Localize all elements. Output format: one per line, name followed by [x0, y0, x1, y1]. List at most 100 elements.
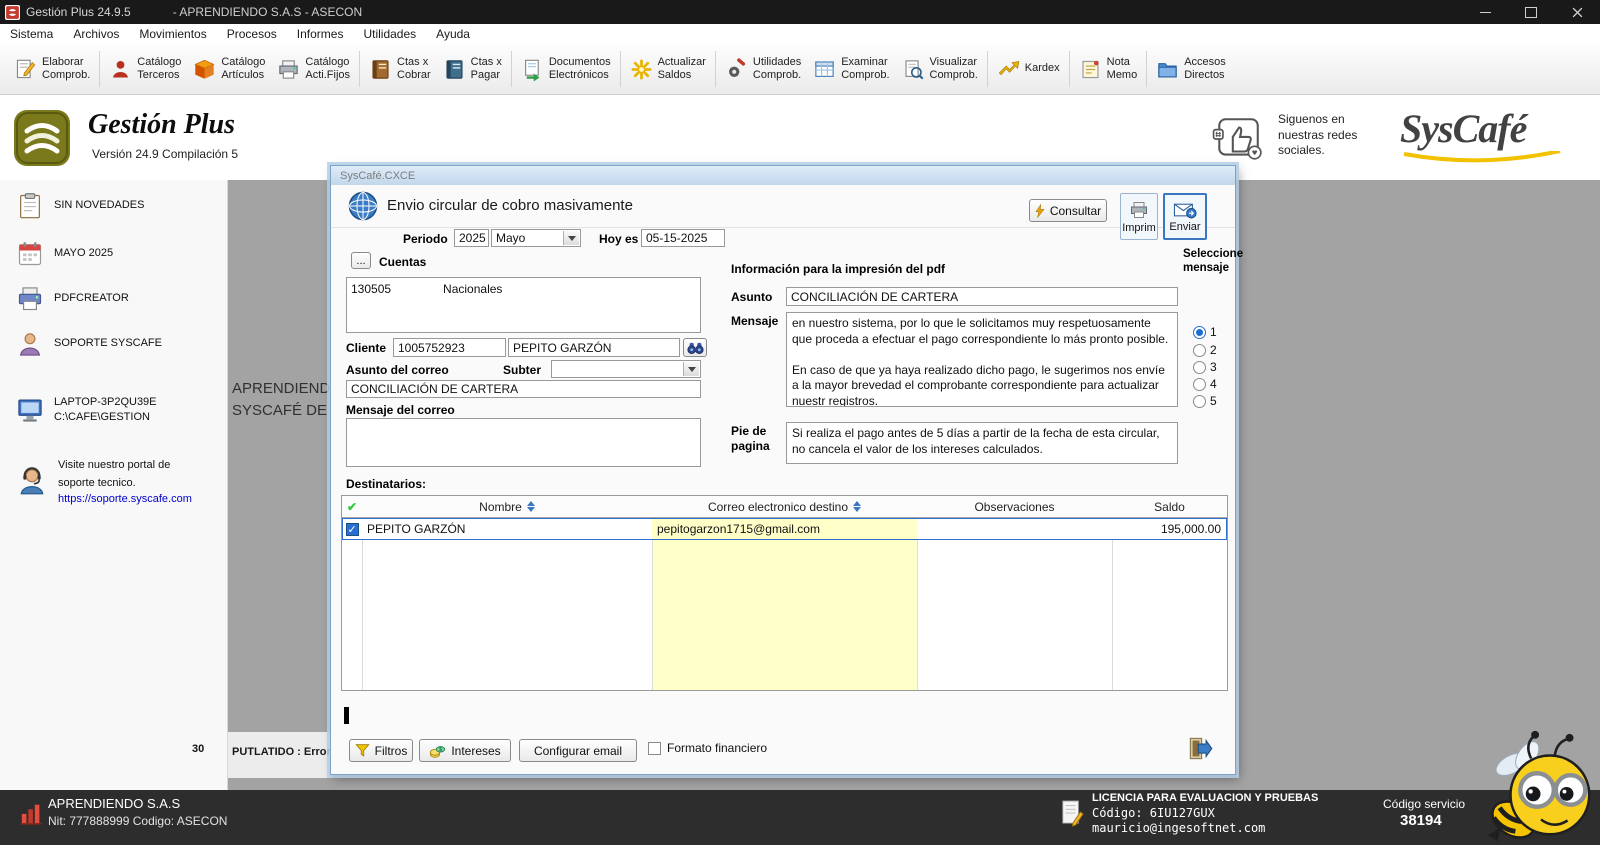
correo-column-highlight	[652, 518, 917, 690]
pie-pagina-textarea[interactable]: Si realiza el pago antes de 5 días a par…	[786, 422, 1178, 464]
maximize-icon	[1525, 7, 1537, 18]
folder-icon	[1156, 58, 1179, 81]
sidebar-item-soporte[interactable]: SOPORTE SYSCAFE	[16, 330, 221, 358]
svg-text:$: $	[439, 747, 442, 753]
cliente-nombre-input[interactable]: PEPITO GARZÓN	[508, 338, 680, 357]
table-header-row: ✔ Nombre Correo electronico destino Obse…	[342, 496, 1227, 518]
menu-procesos[interactable]: Procesos	[217, 24, 287, 44]
toolbar-elaborar-comprob[interactable]: ElaborarComprob.	[8, 52, 96, 86]
toolbar-separator	[620, 51, 621, 87]
dialog-titlebar[interactable]: SysCafé.CXCE	[331, 166, 1235, 185]
select-all-check-icon[interactable]: ✔	[342, 496, 362, 517]
mensaje-radio-3[interactable]: 3	[1193, 360, 1217, 374]
menu-ayuda[interactable]: Ayuda	[426, 24, 480, 44]
seleccione-mensaje-label: Seleccione mensaje	[1183, 247, 1243, 276]
mensaje-radio-1[interactable]: 1	[1193, 325, 1217, 339]
maximize-button[interactable]	[1508, 0, 1554, 24]
sidebar-item-equipo[interactable]: LAPTOP-3P2QU39E C:\CAFE\GESTION	[16, 395, 221, 426]
compose-icon	[14, 58, 37, 81]
menu-sistema[interactable]: Sistema	[0, 24, 63, 44]
toolbar-kardex[interactable]: Kardex	[991, 54, 1066, 85]
asunto-correo-input[interactable]: CONCILIACIÓN DE CARTERA	[346, 380, 701, 398]
toolbar-accesos-directos[interactable]: AccesosDirectos	[1150, 52, 1232, 86]
pie-pagina-label: Pie de pagina	[731, 424, 770, 454]
license-email: mauricio@ingesoftnet.com	[1092, 821, 1265, 835]
menu-utilidades[interactable]: Utilidades	[353, 24, 426, 44]
enviar-button[interactable]: Enviar	[1163, 193, 1207, 240]
mensaje-radio-4[interactable]: 4	[1193, 377, 1217, 391]
configurar-email-button[interactable]: Configurar email	[519, 739, 637, 762]
cuentas-label: Cuentas	[379, 255, 426, 270]
header-observaciones[interactable]: Observaciones	[917, 496, 1112, 517]
sort-icon	[527, 501, 535, 512]
header-saldo[interactable]: Saldo	[1112, 496, 1227, 517]
radio-icon	[1193, 326, 1206, 339]
cuentas-browse-button[interactable]: ...	[351, 252, 371, 269]
buscar-cliente-button[interactable]	[683, 338, 707, 357]
company-nit: Nit: 777888999 Codigo: ASECON	[48, 814, 227, 828]
radio-icon	[1193, 378, 1206, 391]
toolbar-ctas-pagar[interactable]: Ctas xPagar	[437, 52, 508, 86]
sidebar-item-portal-soporte[interactable]: Visite nuestro portal de soporte tecnico…	[16, 455, 221, 507]
header-correo[interactable]: Correo electronico destino	[652, 496, 917, 517]
subter-select[interactable]	[551, 360, 701, 378]
tools-icon	[725, 58, 748, 81]
toolbar-catalogo-articulos[interactable]: CatálogoArtículos	[187, 52, 271, 86]
mensaje-correo-textarea[interactable]	[346, 418, 701, 467]
mensaje-radio-2[interactable]: 2	[1193, 343, 1217, 357]
row-checkbox[interactable]	[342, 518, 362, 540]
toolbar-visualizar-comprob[interactable]: VisualizarComprob.	[896, 52, 984, 86]
lightning-icon	[1035, 204, 1045, 218]
periodo-year-input[interactable]: 2025	[454, 229, 489, 247]
header-nombre[interactable]: Nombre	[362, 496, 652, 517]
sidebar-item-pdfcreator[interactable]: PDFCREATOR	[16, 285, 221, 313]
menu-movimientos[interactable]: Movimientos	[129, 24, 216, 44]
formato-financiero-checkbox[interactable]: Formato financiero	[648, 741, 767, 755]
intereses-button[interactable]: $ Intereses	[419, 739, 511, 762]
kardex-icon	[997, 58, 1020, 81]
cuenta-codigo: 130505	[351, 282, 391, 296]
asunto-label: Asunto	[731, 290, 772, 305]
close-button[interactable]	[1554, 0, 1600, 24]
toolbar-examinar-comprob[interactable]: ExaminarComprob.	[807, 52, 895, 86]
imprimir-button[interactable]: Imprim	[1120, 193, 1158, 240]
minimize-button[interactable]	[1462, 0, 1508, 24]
periodo-month-select[interactable]: Mayo	[491, 229, 581, 247]
toolbar-utilidades-comprob[interactable]: UtilidadesComprob.	[719, 52, 807, 86]
soporte-link[interactable]: https://soporte.syscafe.com	[58, 492, 192, 507]
preview-icon	[902, 58, 925, 81]
chevron-down-icon[interactable]	[683, 362, 699, 376]
chevron-down-icon[interactable]	[563, 231, 579, 245]
sidebar-item-periodo[interactable]: MAYO 2025	[16, 240, 221, 268]
menu-informes[interactable]: Informes	[287, 24, 354, 44]
exit-icon[interactable]	[1187, 735, 1214, 762]
asunto-pdf-input[interactable]: CONCILIACIÓN DE CARTERA	[786, 287, 1178, 306]
checked-checkbox-icon	[346, 523, 359, 536]
toolbar-catalogo-terceros[interactable]: CatálogoTerceros	[103, 52, 187, 86]
consultar-button[interactable]: Consultar	[1029, 199, 1107, 222]
toolbar-actualizar-saldos[interactable]: ActualizarSaldos	[624, 52, 712, 86]
app-window: Gestión Plus 24.9.5 - APRENDIENDO S.A.S …	[0, 0, 1600, 845]
cliente-id-input[interactable]: 1005752923	[393, 338, 506, 357]
mensaje-pdf-textarea[interactable]: en nuestro sistema, por lo que le solici…	[786, 312, 1178, 407]
coins-icon: $	[429, 743, 446, 759]
mensaje-radio-5[interactable]: 5	[1193, 394, 1217, 408]
radio-icon	[1193, 361, 1206, 374]
close-icon	[1572, 7, 1583, 18]
license-doc-icon	[1060, 798, 1084, 828]
radio-icon	[1193, 395, 1206, 408]
cuentas-listbox[interactable]: 130505 Nacionales	[346, 277, 701, 333]
toolbar-separator	[1069, 51, 1070, 87]
cell-nombre: PEPITO GARZÓN	[362, 518, 652, 540]
menu-archivos[interactable]: Archivos	[63, 24, 129, 44]
app-brand-name: Gestión Plus	[88, 109, 235, 141]
toolbar-ctas-cobrar[interactable]: Ctas xCobrar	[363, 52, 437, 86]
filtros-button[interactable]: Filtros	[349, 739, 413, 762]
sidebar-item-novedades[interactable]: SIN NOVEDADES	[16, 192, 221, 220]
toolbar-documentos-electronicos[interactable]: DocumentosElectrónicos	[515, 52, 617, 86]
toolbar-catalogo-actifijos[interactable]: CatálogoActi.Fijos	[271, 52, 356, 86]
syscafe-swoosh	[1402, 151, 1562, 165]
toolbar-nota-memo[interactable]: NotaMemo	[1073, 52, 1144, 86]
table-row[interactable]: PEPITO GARZÓN pepitogarzon1715@gmail.com…	[342, 518, 1227, 540]
hoy-date-input[interactable]: 05-15-2025	[641, 229, 725, 247]
